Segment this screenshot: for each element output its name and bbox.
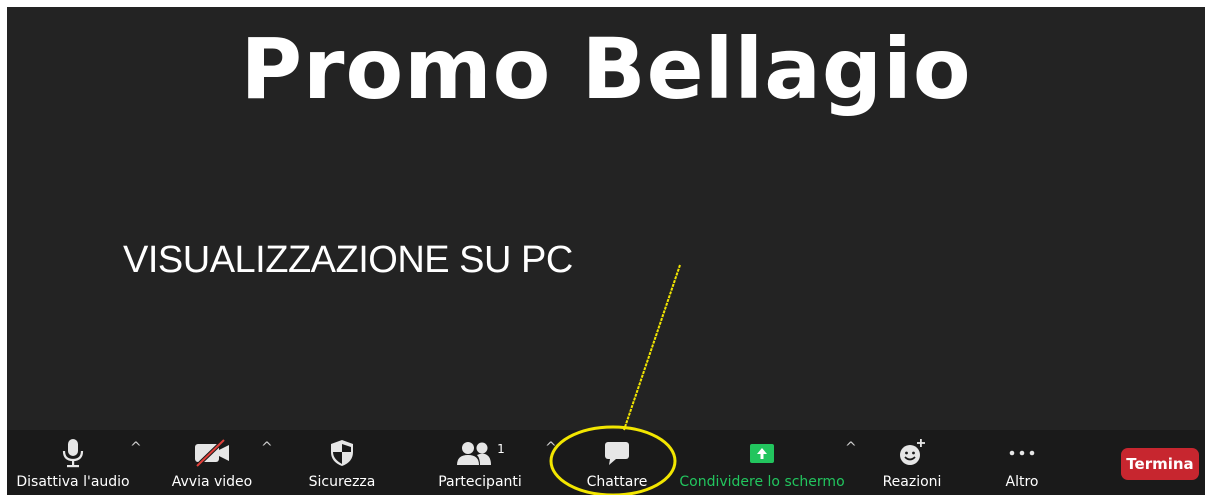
meeting-stage: Promo Bellagio VISUALIZZAZIONE SU PC Dis… [7,7,1205,495]
share-screen-icon [747,436,777,470]
microphone-icon [61,436,85,470]
video-off-icon [192,436,232,470]
shield-icon [329,436,355,470]
start-video-label: Avvia video [171,474,253,490]
reactions-label: Reazioni [882,474,942,490]
emoji-add-icon [897,436,927,470]
more-label: Altro [1005,474,1039,490]
reactions-button[interactable]: Reazioni [867,430,957,495]
share-options-caret[interactable]: ^ [845,440,857,456]
share-screen-button[interactable]: Condividere lo schermo [677,430,847,495]
meeting-toolbar: Disattiva l'audio ^ Avvia video ^ Sicure… [7,430,1205,495]
security-label: Sicurezza [308,474,376,490]
participants-count: 1 [497,442,505,456]
slide-title: Promo Bellagio [240,20,972,118]
share-screen-label: Condividere lo schermo [679,474,845,490]
mute-audio-label: Disattiva l'audio [16,474,130,490]
participants-label: Partecipanti [438,474,522,490]
security-button[interactable]: Sicurezza [292,430,392,495]
participants-icon [457,442,492,465]
more-button[interactable]: Altro [982,430,1062,495]
audio-options-caret[interactable]: ^ [130,440,142,456]
participants-icon-group: 1 [455,436,505,470]
participants-options-caret[interactable]: ^ [545,440,557,456]
mute-audio-button[interactable]: Disattiva l'audio [7,430,143,495]
start-video-button[interactable]: Avvia video [157,430,267,495]
chat-button[interactable]: Chattare [567,430,667,495]
more-dots-icon [1008,436,1036,470]
video-options-caret[interactable]: ^ [261,440,273,456]
participants-button[interactable]: 1 Partecipanti [425,430,535,495]
chat-bubble-icon [603,436,631,470]
end-meeting-button[interactable]: Termina [1121,448,1199,480]
chat-label: Chattare [586,474,648,490]
slide-subtitle: VISUALIZZAZIONE SU PC [123,239,573,281]
